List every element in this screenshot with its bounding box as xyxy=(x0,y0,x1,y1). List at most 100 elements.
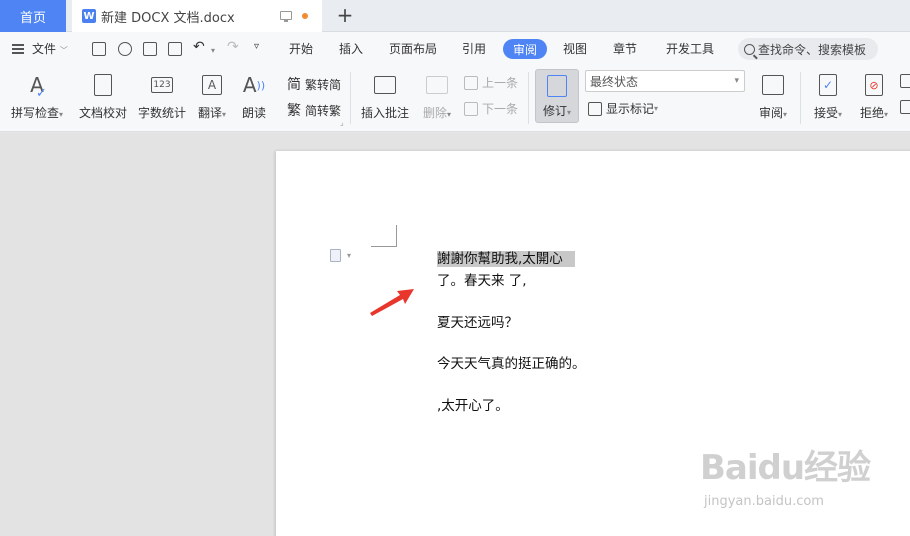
watermark-url: jingyan.baidu.com xyxy=(704,494,824,509)
monitor-icon[interactable] xyxy=(280,11,292,22)
trad-to-simp-icon: 简 xyxy=(287,77,301,93)
next-comment-icon xyxy=(464,101,478,116)
annotation-arrow-icon xyxy=(370,289,414,316)
reject-icon: ⊘ xyxy=(861,72,887,98)
translate-button[interactable]: A 翻译▾ xyxy=(194,66,230,128)
document-line[interactable]: 今天天气真的挺正确的。 xyxy=(437,352,586,372)
tab-references[interactable]: 引用 xyxy=(462,40,486,57)
tab-review-label: 审阅 xyxy=(512,42,537,57)
read-aloud-icon: A)) xyxy=(242,73,266,97)
trad-to-simp-label: 繁转简 xyxy=(305,77,342,92)
track-changes-label: 修订 xyxy=(542,104,567,118)
accept-button[interactable]: ✓ 接受▾ xyxy=(808,66,848,128)
simp-to-trad-button[interactable]: 繁简转繁 xyxy=(287,100,341,120)
reject-label: 拒绝 xyxy=(859,106,884,120)
chevron-down-icon: ▾ xyxy=(222,110,227,119)
review-pane-icon xyxy=(760,72,786,98)
delete-label: 删除 xyxy=(422,106,447,120)
redo-icon[interactable]: ↷ xyxy=(227,39,239,55)
display-state-select[interactable]: 最终状态 ▾ xyxy=(585,70,745,92)
prev-comment-button[interactable]: 上一条 xyxy=(464,74,518,91)
chevron-down-icon: ▾ xyxy=(838,110,843,119)
translate-label: 翻译 xyxy=(197,106,222,120)
document-line[interactable]: 夏天还远吗？ xyxy=(437,311,518,331)
reject-button[interactable]: ⊘ 拒绝▾ xyxy=(854,66,894,128)
chevron-down-icon: ▾ xyxy=(884,110,889,119)
tab-document-title: 新建 DOCX 文档.docx xyxy=(101,10,235,26)
more-tools-icon[interactable] xyxy=(900,74,910,88)
comment-icon xyxy=(372,72,398,98)
read-aloud-label: 朗读 xyxy=(241,106,266,120)
word-count-label: 字数统计 xyxy=(137,106,186,120)
tab-page-layout[interactable]: 页面布局 xyxy=(389,40,437,57)
review-ribbon: A ✓ 拼写检查▾ 文档校对 123 字数统计 A 翻译▾ A)) 朗读 简繁转简… xyxy=(0,66,910,132)
chevron-down-icon: ▾ xyxy=(734,76,739,86)
tab-section[interactable]: 章节 xyxy=(613,40,637,57)
show-markup-label: 显示标记 xyxy=(606,102,655,116)
paragraph-layout-icon[interactable] xyxy=(330,249,341,262)
delete-comment-button[interactable]: 删除▾ xyxy=(418,66,456,128)
show-markup-button[interactable]: 显示标记 ▾ xyxy=(588,100,658,117)
doc-proofread-label: 文档校对 xyxy=(78,106,127,120)
chevron-down-icon[interactable]: ▾ xyxy=(347,251,351,260)
tab-bar: 首页 W 新建 DOCX 文档.docx + xyxy=(0,0,910,32)
spell-check-icon: A ✓ xyxy=(30,73,47,101)
accept-label: 接受 xyxy=(813,106,838,120)
tab-document[interactable]: W 新建 DOCX 文档.docx xyxy=(72,0,322,32)
simp-to-trad-icon: 繁 xyxy=(287,103,301,119)
chevron-down-icon: ▾ xyxy=(447,110,452,119)
delete-comment-icon xyxy=(424,72,450,98)
trad-to-simp-button[interactable]: 简繁转简 xyxy=(287,74,341,94)
chevron-down-icon: ﹀ xyxy=(59,46,68,55)
save-icon[interactable] xyxy=(92,42,106,56)
proofread-icon xyxy=(90,72,116,98)
chevron-down-icon: ▾ xyxy=(783,110,788,119)
margin-corner-mark xyxy=(371,225,397,247)
undo-dropdown-icon[interactable]: ▾ xyxy=(211,42,215,56)
spell-check-button[interactable]: A ✓ 拼写检查▾ xyxy=(6,66,68,128)
tab-view[interactable]: 视图 xyxy=(563,40,587,57)
format-painter-icon[interactable] xyxy=(118,42,132,56)
word-count-button[interactable]: 123 字数统计 xyxy=(135,66,189,128)
review-pane-button[interactable]: 审阅▾ xyxy=(754,66,792,128)
document-line[interactable]: 了。春天来 了, xyxy=(437,269,527,289)
print-icon[interactable] xyxy=(143,42,157,56)
plus-icon: + xyxy=(336,3,354,27)
chevron-down-icon: ▾ xyxy=(654,104,659,113)
prev-label: 上一条 xyxy=(482,76,519,90)
menu-icon[interactable] xyxy=(12,44,24,54)
separator xyxy=(350,72,351,124)
review-label: 审阅 xyxy=(758,106,783,120)
watermark-brand: Baidu经验 xyxy=(700,448,871,488)
menu-bar: 文件 ﹀ ↶ ▾ ↷ ▿ 开始 插入 页面布局 引用 审阅 视图 章节 开发工具… xyxy=(0,32,910,66)
command-search[interactable]: 查找命令、搜索模板 xyxy=(738,38,878,60)
separator xyxy=(528,72,529,124)
read-aloud-button[interactable]: A)) 朗读 xyxy=(238,66,270,128)
track-changes-icon xyxy=(547,75,567,97)
word-count-icon: 123 xyxy=(149,72,175,98)
track-changes-button[interactable]: 修订▾ xyxy=(535,69,579,123)
dialog-launcher-icon[interactable]: ⌟ xyxy=(340,118,344,127)
new-tab-button[interactable]: + xyxy=(334,4,356,26)
show-markup-icon xyxy=(588,101,602,116)
customize-toolbar-icon[interactable]: ▿ xyxy=(254,41,259,52)
file-menu[interactable]: 文件 ﹀ xyxy=(32,40,68,57)
insert-comment-button[interactable]: 插入批注 xyxy=(358,66,412,128)
tab-home-label: 首页 xyxy=(19,10,46,26)
unsaved-dot-icon[interactable] xyxy=(302,13,308,19)
undo-icon[interactable]: ↶ xyxy=(193,39,205,55)
doc-proofread-button[interactable]: 文档校对 xyxy=(76,66,130,128)
document-line[interactable]: 謝謝你幫助我,太開心 xyxy=(437,247,575,267)
tab-start[interactable]: 开始 xyxy=(289,40,313,57)
translate-icon: A xyxy=(199,72,225,98)
next-label: 下一条 xyxy=(482,102,519,116)
document-line[interactable]: ,太开心了。 xyxy=(437,394,509,414)
print-preview-icon[interactable] xyxy=(168,42,182,56)
tab-home[interactable]: 首页 xyxy=(0,0,66,32)
tab-insert[interactable]: 插入 xyxy=(339,40,363,57)
tab-review[interactable]: 审阅 xyxy=(503,39,547,59)
insert-comment-label: 插入批注 xyxy=(360,106,409,120)
more-tools-icon[interactable] xyxy=(900,100,910,114)
next-comment-button[interactable]: 下一条 xyxy=(464,100,518,117)
tab-developer[interactable]: 开发工具 xyxy=(666,40,714,57)
